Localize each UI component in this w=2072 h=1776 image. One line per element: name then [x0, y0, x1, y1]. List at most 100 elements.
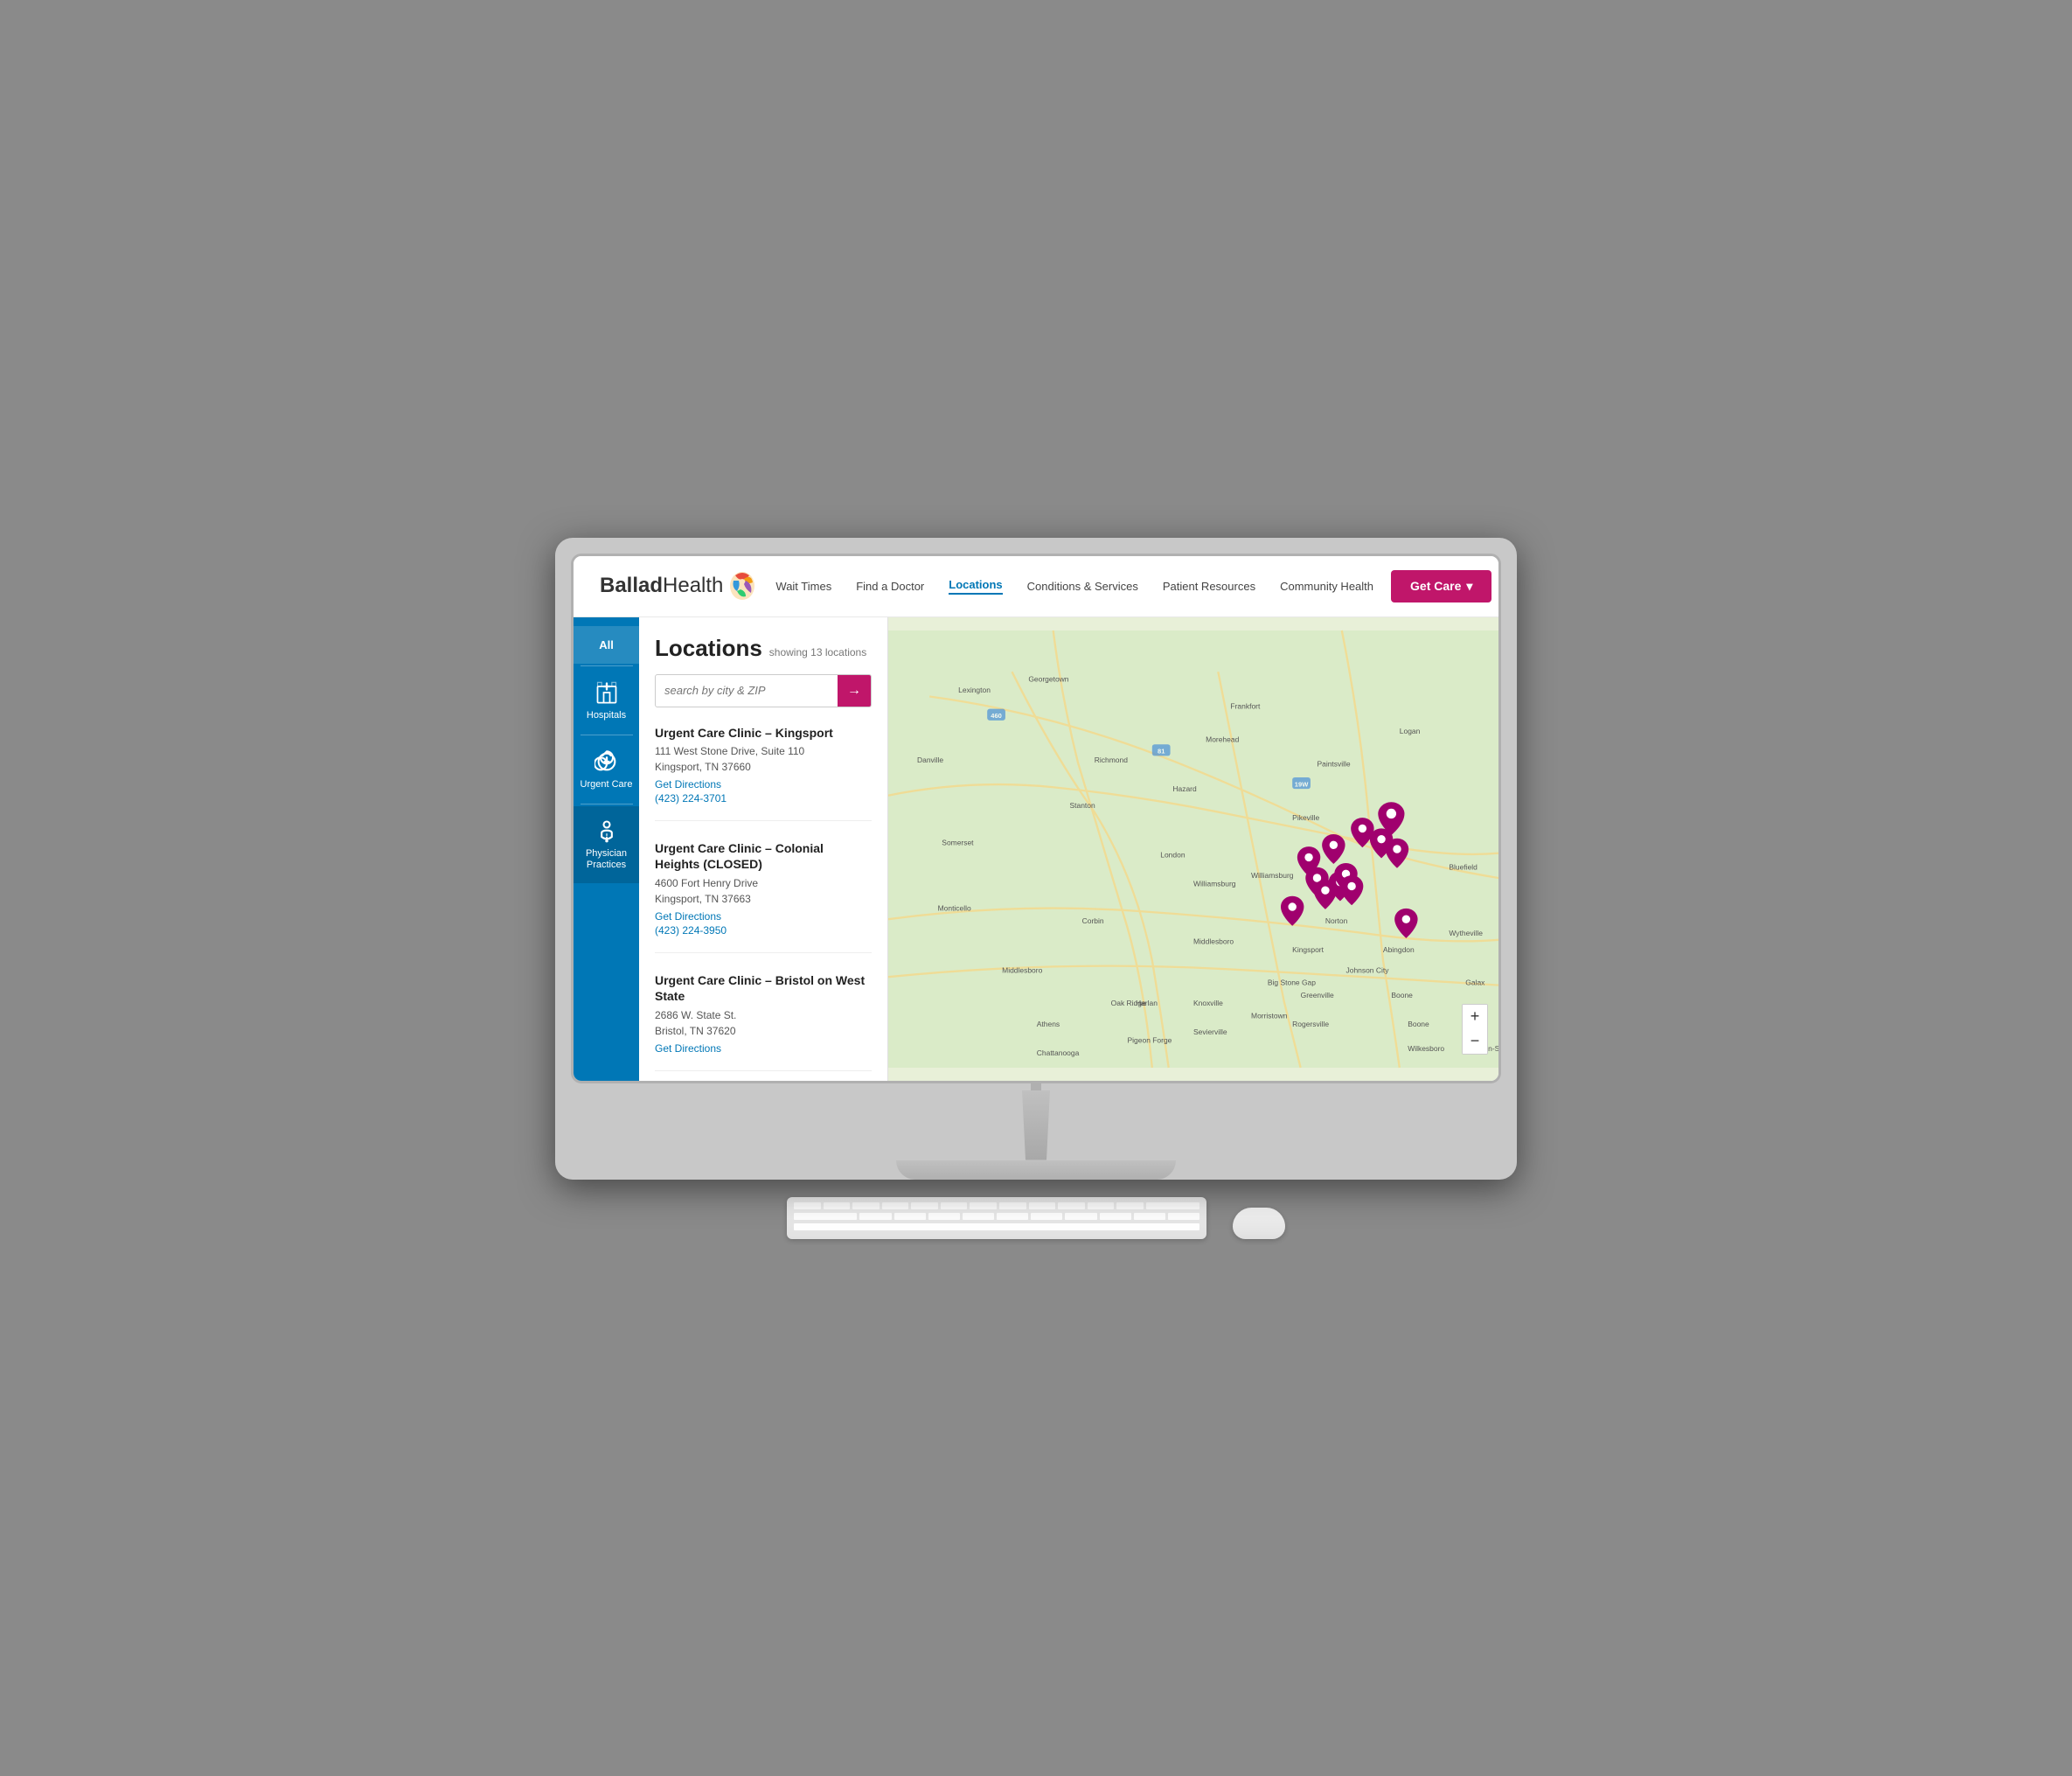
all-label: All: [599, 638, 614, 651]
location-directions-0[interactable]: Get Directions: [655, 778, 872, 790]
location-directions-2[interactable]: Get Directions: [655, 1042, 872, 1055]
logo-icon: [727, 568, 758, 603]
svg-text:Monticello: Monticello: [938, 903, 971, 912]
physician-label: Physician Practices: [578, 848, 635, 871]
sidebar-divider-1: [581, 665, 633, 666]
location-address2-2: Bristol, TN 37620: [655, 1024, 872, 1039]
key: [911, 1202, 938, 1209]
monitor-neck: [1001, 1090, 1071, 1160]
key: [1088, 1202, 1115, 1209]
monitor-bezel: BalladHealth Wait Times F: [571, 554, 1501, 1083]
svg-text:Paintsville: Paintsville: [1317, 759, 1350, 768]
location-phone-0[interactable]: (423) 224-3701: [655, 792, 872, 804]
main-content: All Hospitals: [574, 617, 1498, 1081]
monitor-base: [896, 1160, 1176, 1180]
location-card-1: Urgent Care Clinic – Colonial Heights (C…: [655, 840, 872, 953]
map-zoom-out-button[interactable]: −: [1463, 1029, 1487, 1054]
mouse: [1233, 1208, 1285, 1239]
key: [1029, 1202, 1056, 1209]
svg-text:81: 81: [1158, 747, 1165, 755]
svg-text:Middlesboro: Middlesboro: [1002, 965, 1042, 974]
map-zoom-in-button[interactable]: +: [1463, 1005, 1487, 1029]
search-bar: →: [655, 674, 872, 707]
nav-conditions[interactable]: Conditions & Services: [1027, 580, 1138, 593]
svg-text:Boone: Boone: [1391, 990, 1413, 999]
hospital-icon: [594, 680, 619, 705]
key: [999, 1202, 1026, 1209]
location-name-0: Urgent Care Clinic – Kingsport: [655, 725, 872, 741]
key: [824, 1202, 851, 1209]
svg-text:Knoxville: Knoxville: [1193, 999, 1223, 1007]
key-tab: [794, 1213, 857, 1220]
svg-text:Rogersville: Rogersville: [1292, 1019, 1329, 1027]
listing-panel: Locations showing 13 locations → Urgent …: [639, 617, 888, 1081]
location-name-1: Urgent Care Clinic – Colonial Heights (C…: [655, 840, 872, 872]
key: [928, 1213, 960, 1220]
hospitals-label: Hospitals: [587, 710, 626, 721]
key: [894, 1213, 926, 1220]
svg-text:Galax: Galax: [1465, 978, 1485, 986]
svg-text:Logan: Logan: [1400, 726, 1421, 735]
search-input[interactable]: [656, 677, 838, 704]
location-address2-1: Kingsport, TN 37663: [655, 892, 872, 907]
svg-text:London: London: [1160, 850, 1185, 859]
key: [1168, 1213, 1199, 1220]
screen: BalladHealth Wait Times F: [574, 556, 1498, 1081]
location-directions-1[interactable]: Get Directions: [655, 910, 872, 923]
svg-text:460: 460: [991, 712, 1002, 720]
key: [1134, 1213, 1165, 1220]
physician-icon: [594, 818, 619, 843]
key: [852, 1202, 880, 1209]
key: [1065, 1213, 1096, 1220]
key: [941, 1202, 968, 1209]
svg-text:Pigeon Forge: Pigeon Forge: [1128, 1035, 1172, 1044]
urgent-care-icon: [594, 749, 619, 774]
key: [794, 1202, 821, 1209]
location-address1-0: 111 West Stone Drive, Suite 110: [655, 744, 872, 759]
svg-text:Abingdon: Abingdon: [1383, 944, 1415, 953]
nav-find-doctor[interactable]: Find a Doctor: [856, 580, 924, 593]
map-area[interactable]: 460 81 19W Lexington: [888, 617, 1498, 1081]
location-address1-1: 4600 Fort Henry Drive: [655, 876, 872, 891]
sidebar-item-all[interactable]: All: [574, 626, 639, 664]
key: [997, 1213, 1028, 1220]
logo-light: Health: [663, 574, 723, 598]
sidebar-item-physician[interactable]: Physician Practices: [574, 806, 639, 883]
svg-text:Corbin: Corbin: [1082, 916, 1104, 924]
key: [1116, 1202, 1144, 1209]
keyboard-row-1: [794, 1202, 1199, 1209]
svg-text:Athens: Athens: [1037, 1019, 1060, 1027]
nav-community[interactable]: Community Health: [1280, 580, 1373, 593]
key: [882, 1202, 909, 1209]
svg-text:Stanton: Stanton: [1070, 800, 1095, 809]
locations-title: Locations: [655, 635, 762, 662]
svg-text:Danville: Danville: [917, 755, 943, 763]
nav-locations[interactable]: Locations: [949, 578, 1002, 595]
keyboard-row-2: [794, 1213, 1199, 1220]
monitor-notch: [1031, 1083, 1041, 1090]
nav-wait-times[interactable]: Wait Times: [775, 580, 831, 593]
key: [1058, 1202, 1085, 1209]
sidebar-item-hospitals[interactable]: Hospitals: [574, 668, 639, 733]
svg-text:Pikeville: Pikeville: [1292, 812, 1319, 821]
nav-patient[interactable]: Patient Resources: [1163, 580, 1255, 593]
search-button[interactable]: →: [838, 675, 871, 707]
svg-text:Boone: Boone: [1408, 1019, 1429, 1027]
keyboard-area: [787, 1197, 1285, 1239]
svg-text:Greenville: Greenville: [1301, 990, 1334, 999]
key-space: [794, 1223, 1199, 1230]
location-name-2: Urgent Care Clinic – Bristol on West Sta…: [655, 972, 872, 1004]
location-phone-1[interactable]: (423) 224-3950: [655, 924, 872, 937]
location-address2-0: Kingsport, TN 37660: [655, 760, 872, 775]
svg-text:Bluefield: Bluefield: [1449, 862, 1478, 871]
svg-text:Kingsport: Kingsport: [1292, 944, 1324, 953]
svg-text:Wytheville: Wytheville: [1449, 929, 1483, 937]
svg-text:Frankfort: Frankfort: [1230, 701, 1261, 710]
svg-text:Williamsburg: Williamsburg: [1193, 879, 1236, 888]
key: [859, 1213, 891, 1220]
locations-header: Locations showing 13 locations: [655, 635, 872, 662]
get-care-button[interactable]: Get Care ▾: [1391, 570, 1491, 602]
svg-text:Johnson City: Johnson City: [1346, 965, 1390, 974]
sidebar-item-urgent-care[interactable]: Urgent Care: [574, 737, 639, 802]
svg-text:Georgetown: Georgetown: [1028, 674, 1068, 683]
